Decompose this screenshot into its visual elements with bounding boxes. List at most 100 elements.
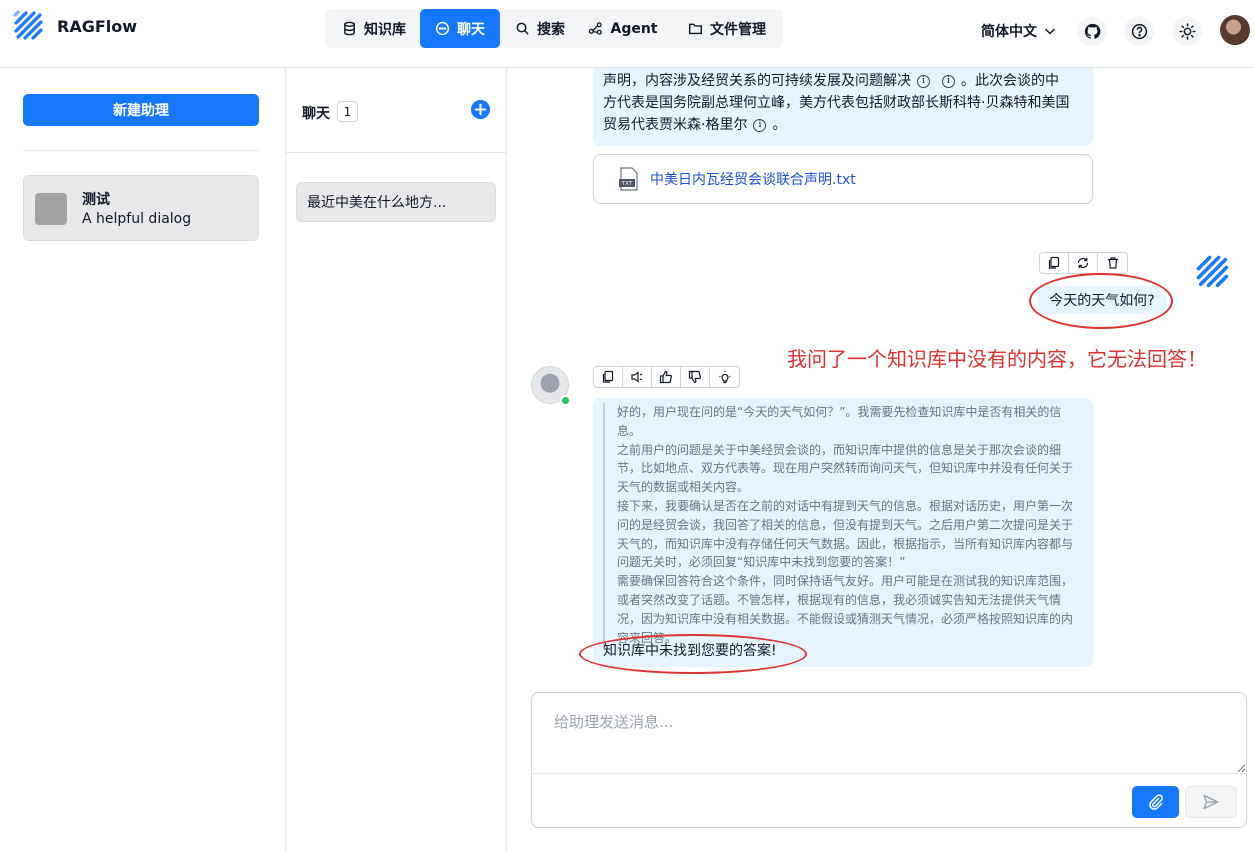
help-icon — [1131, 23, 1147, 39]
assistant-answer-bubble: 好的，用户现在问的是“今天的天气如何？”。我需要先检查知识库中是否有相关的信息。… — [593, 398, 1093, 667]
copy-button[interactable] — [594, 367, 623, 387]
annotation-ellipse-question — [1029, 273, 1173, 329]
language-label: 简体中文 — [981, 24, 1037, 40]
chat-area: 声明，内容涉及经贸关系的可持续发展及问题解决 i i 。此次会谈的中 方代表是国务院副… — [507, 68, 1254, 851]
info-icon[interactable]: i — [917, 74, 930, 88]
info-icon[interactable]: i — [942, 74, 955, 88]
ragflow-logo-icon[interactable] — [12, 9, 46, 43]
speaker-icon — [631, 371, 643, 383]
brand-name: RAGFlow — [57, 17, 138, 36]
nav-item-label: 知识库 — [364, 21, 406, 38]
theme-toggle-button[interactable] — [1172, 16, 1202, 46]
file-type-label: TXT — [621, 181, 633, 187]
assistant-avatar — [35, 193, 67, 225]
like-button[interactable] — [652, 367, 681, 387]
github-button[interactable] — [1077, 16, 1107, 46]
answer-line: 贸易代表贾米森·格里尔 i 。 — [603, 114, 1083, 136]
online-status-dot — [560, 395, 571, 406]
attach-file-button[interactable] — [1132, 786, 1179, 818]
thinking-line: 之前用户的问题是关于中美经贸会谈的，而知识库中提供的信息是关于那次会谈的细 — [617, 442, 1062, 457]
annotation-ellipse-answer — [579, 634, 807, 674]
add-conversation-icon[interactable] — [470, 99, 491, 120]
copy-icon — [1048, 256, 1060, 269]
nav-item-knowledge-base[interactable]: 知识库 — [329, 9, 419, 48]
reference-file-card[interactable]: TXT 中美日内瓦经贸会谈联合声明.txt — [593, 154, 1093, 204]
nav-item-search[interactable]: 搜索 — [505, 9, 575, 48]
user-message-actions — [1039, 252, 1128, 274]
thumbs-up-icon — [659, 370, 672, 384]
conversation-list-title: 聊天 — [302, 106, 330, 122]
copy-icon — [602, 370, 614, 383]
annotation-text: 我问了一个知识库中没有的内容，它无法回答！ — [787, 347, 1207, 371]
thinking-line: 况，因为知识库中没有相关数据。不能假设或猜测天气情况，必须严格按照知识库的内 — [617, 611, 1074, 626]
chat-bubble-icon — [435, 21, 450, 36]
conversation-divider — [286, 152, 506, 153]
nav-item-label: 文件管理 — [710, 21, 766, 38]
thumbs-down-icon — [688, 370, 701, 384]
nav-item-label: 聊天 — [457, 21, 485, 38]
trash-icon — [1107, 257, 1118, 269]
delete-button[interactable] — [1098, 253, 1127, 273]
conversation-item[interactable]: 最近中美在什么地方... — [296, 182, 496, 222]
thinking-line: 天气的数据或相关内容。 — [617, 480, 750, 495]
conversation-list-panel: 聊天 1 最近中美在什么地方... — [286, 68, 507, 851]
thinking-line: 好的，用户现在问的是“今天的天气如何？”。我需要先检查知识库中是否有相关的信息。 — [617, 405, 1062, 438]
user-avatar[interactable] — [1220, 15, 1250, 45]
regenerate-button[interactable] — [1069, 253, 1098, 273]
top-header: RAGFlow 知识库 聊天 搜索 Agent 文件管理 简体中文 — [0, 0, 1254, 68]
thinking-block: 好的，用户现在问的是“今天的天气如何？”。我需要先检查知识库中是否有相关的信息。… — [603, 403, 1081, 648]
github-icon — [1084, 23, 1100, 39]
thinking-line: 天气的，而知识库中没有存储任何天气数据。因此，根据指示，当所有知识库内容都与 — [617, 536, 1074, 551]
thinking-line: 问题无关时，必须回复“知识库中未找到您要的答案！” — [617, 555, 906, 570]
new-assistant-button[interactable]: 新建助理 — [23, 94, 259, 126]
sidebar-divider — [23, 150, 259, 151]
info-icon[interactable]: i — [753, 118, 767, 132]
answer-line: 方代表是国务院副总理何立峰，美方代表包括财政部长斯科特·贝森特和美国 — [603, 95, 1070, 111]
assistant-name: 测试 — [82, 192, 110, 208]
file-name-link[interactable]: 中美日内瓦经贸会谈联合声明.txt — [650, 169, 856, 189]
prompt-button[interactable] — [710, 367, 739, 387]
thinking-line: 接下来，我要确认是否在之前的对话中有提到天气的信息。根据对话历史，用户第一次 — [617, 498, 1074, 513]
paperclip-icon — [1148, 794, 1163, 810]
message-input[interactable] — [532, 693, 1246, 774]
message-composer — [531, 692, 1247, 828]
nav-item-label: Agent — [610, 20, 658, 37]
search-icon — [516, 22, 529, 35]
assistant-sidebar: 新建助理 测试 A helpful dialog — [0, 68, 286, 851]
assistant-message-actions — [593, 366, 740, 388]
answer-line: 声明，内容涉及经贸关系的可持续发展及问题解决 i i 。此次会谈的中 — [603, 70, 1083, 92]
txt-file-icon: TXT — [619, 167, 638, 191]
refresh-icon — [1077, 257, 1089, 269]
main-nav: 知识库 聊天 搜索 Agent 文件管理 — [325, 9, 783, 48]
conversation-count-badge: 1 — [337, 101, 358, 122]
nav-item-file-management[interactable]: 文件管理 — [679, 9, 775, 48]
previous-answer-bubble: 声明，内容涉及经贸关系的可持续发展及问题解决 i i 。此次会谈的中 方代表是国务院副… — [593, 68, 1093, 146]
thinking-line: 问的是经贸会谈，我回答了相关的信息，但没有提到天气。之后用户第二次提问是关于 — [617, 517, 1074, 532]
chevron-down-icon — [1044, 28, 1056, 35]
thinking-line: 需要确保回答符合这个条件，同时保持语气友好。用户可能是在测试我的知识库范围， — [617, 574, 1074, 589]
dislike-button[interactable] — [681, 367, 710, 387]
theme-sun-icon — [1178, 22, 1196, 40]
answer-text: 贸易代表贾米森·格里尔 — [603, 117, 748, 133]
assistant-description: A helpful dialog — [82, 211, 192, 227]
assistant-card[interactable]: 测试 A helpful dialog — [23, 175, 259, 241]
nav-item-agent[interactable]: Agent — [583, 9, 663, 48]
nav-item-label: 搜索 — [537, 21, 565, 38]
answer-text: 。 — [772, 117, 787, 133]
thinking-line: 或者突然改变了话题。不管怎样，根据现有的信息，我必须诚实告知无法提供天气情 — [617, 592, 1062, 607]
answer-text: 声明，内容涉及经贸关系的可持续发展及问题解决 — [603, 73, 911, 89]
read-aloud-button[interactable] — [623, 367, 652, 387]
user-ragflow-avatar-icon — [1196, 255, 1229, 288]
send-icon — [1203, 794, 1219, 810]
send-button[interactable] — [1185, 786, 1237, 818]
thinking-line: 节，比如地点、双方代表等。现在用户突然转而询问天气，但知识库中并没有任何关于 — [617, 461, 1074, 476]
answer-text: 。此次会谈的中 — [961, 73, 1059, 89]
folder-icon — [688, 23, 703, 35]
lightbulb-icon — [719, 370, 730, 384]
copy-button[interactable] — [1040, 253, 1069, 273]
database-icon — [344, 21, 355, 36]
help-button[interactable] — [1124, 16, 1154, 46]
agent-graph-icon — [589, 22, 603, 35]
nav-item-chat[interactable]: 聊天 — [420, 9, 500, 48]
language-select[interactable]: 简体中文 — [981, 21, 1057, 41]
